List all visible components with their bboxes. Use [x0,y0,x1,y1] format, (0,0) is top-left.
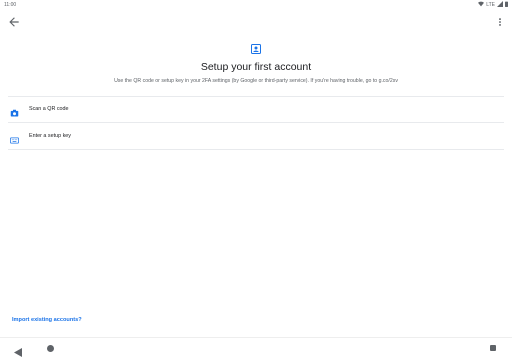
wifi-icon [478,1,485,9]
more-vert-icon[interactable] [496,15,504,29]
keyboard-icon [10,132,19,143]
divider [8,149,504,150]
back-arrow-icon[interactable] [7,15,21,29]
status-time: 11:00 [4,2,17,8]
import-accounts-link[interactable]: Import existing accounts? [12,317,82,323]
camera-icon [10,105,19,116]
enter-setup-key-label: Enter a setup key [29,133,71,139]
nav-home-icon[interactable] [47,345,54,352]
app-bar [0,12,512,32]
nav-recents-icon[interactable] [490,345,496,351]
page-title: Setup your first account [200,61,312,73]
battery-icon [505,1,508,9]
status-icons: LTE [478,1,508,9]
page-subtitle: Use the QR code or setup key in your 2FA… [114,78,398,84]
scan-qr-label: Scan a QR code [29,106,69,112]
scan-qr-code-option[interactable]: Scan a QR code [0,96,512,122]
status-bar: 11:00 LTE [0,0,512,10]
account-box-icon [250,42,262,54]
network-label: LTE [486,2,495,8]
nav-back-icon[interactable] [14,344,22,357]
enter-setup-key-option[interactable]: Enter a setup key [0,123,512,149]
signal-icon [497,1,503,9]
system-nav-bar [0,337,512,361]
